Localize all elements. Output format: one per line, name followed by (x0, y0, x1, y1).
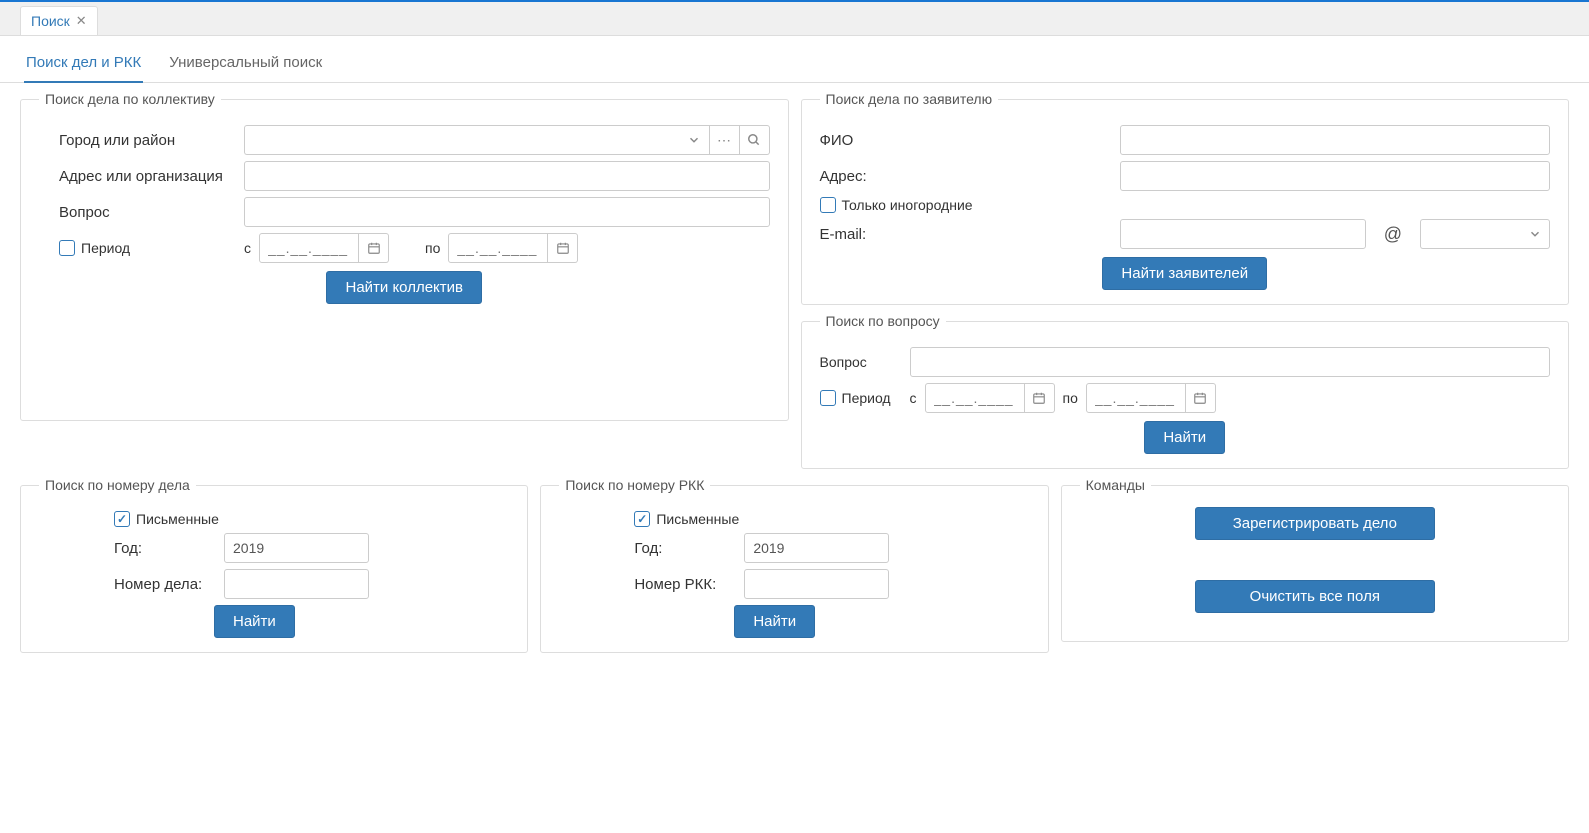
nonresident-checkbox[interactable] (820, 197, 836, 213)
legend-collective: Поиск дела по коллективу (39, 91, 221, 107)
label-period: Период (81, 240, 130, 256)
q-date-to-input[interactable] (1086, 383, 1186, 413)
fieldset-rkk-number-search: Поиск по номеру РКК Письменные Год: Номе… (540, 477, 1048, 653)
clear-all-button[interactable]: Очистить все поля (1195, 580, 1435, 613)
label-q-from: с (910, 390, 917, 406)
chevron-down-icon[interactable] (1520, 219, 1550, 249)
label-email: E-mail: (820, 226, 1110, 243)
city-input-group: ⋯ (244, 125, 770, 155)
find-rkk-button[interactable]: Найти (734, 605, 815, 638)
search-icon[interactable] (740, 125, 770, 155)
label-city: Город или район (59, 132, 234, 149)
label-to: по (425, 240, 440, 256)
fieldset-commands: Команды Зарегистрировать дело Очистить в… (1061, 477, 1569, 642)
app-tabs: Поиск ✕ (0, 2, 1589, 36)
chevron-down-icon[interactable] (680, 125, 710, 155)
label-written-case: Письменные (136, 511, 219, 527)
find-applicants-button[interactable]: Найти заявителей (1102, 257, 1267, 290)
label-question: Вопрос (59, 204, 234, 221)
sub-tabs: Поиск дел и РКК Универсальный поиск (0, 36, 1589, 83)
find-case-button[interactable]: Найти (214, 605, 295, 638)
calendar-icon[interactable] (1025, 383, 1055, 413)
period-checkbox[interactable] (59, 240, 75, 256)
legend-question: Поиск по вопросу (820, 313, 946, 329)
rkk-number-input[interactable] (744, 569, 889, 599)
register-case-button[interactable]: Зарегистрировать дело (1195, 507, 1435, 540)
label-year-case: Год: (114, 540, 214, 557)
legend-commands: Команды (1080, 477, 1151, 493)
label-applicant-address: Адрес: (820, 168, 1110, 185)
calendar-icon[interactable] (1186, 383, 1216, 413)
sub-tab-universal[interactable]: Универсальный поиск (167, 48, 324, 82)
label-address: Адрес или организация (59, 168, 234, 185)
written-checkbox-rkk[interactable] (634, 511, 650, 527)
label-q-to: по (1063, 390, 1078, 406)
q-period-checkbox[interactable] (820, 390, 836, 406)
question-input[interactable] (244, 197, 770, 227)
fieldset-case-number-search: Поиск по номеру дела Письменные Год: Ном… (20, 477, 528, 653)
label-from: с (244, 240, 251, 256)
calendar-icon[interactable] (359, 233, 389, 263)
year-input-case[interactable] (224, 533, 369, 563)
sub-tab-cases-rkk[interactable]: Поиск дел и РКК (24, 48, 143, 83)
legend-applicant: Поиск дела по заявителю (820, 91, 999, 107)
city-input[interactable] (244, 125, 680, 155)
fieldset-applicant-search: Поиск дела по заявителю ФИО Адрес: Тольк… (801, 91, 1570, 305)
tab-search[interactable]: Поиск ✕ (20, 6, 98, 35)
ellipsis-icon[interactable]: ⋯ (710, 125, 740, 155)
close-icon[interactable]: ✕ (76, 13, 87, 29)
year-input-rkk[interactable] (744, 533, 889, 563)
label-q-period: Период (842, 390, 891, 406)
calendar-icon[interactable] (548, 233, 578, 263)
date-from-input[interactable] (259, 233, 359, 263)
label-written-rkk: Письменные (656, 511, 739, 527)
case-number-input[interactable] (224, 569, 369, 599)
date-to-input[interactable] (448, 233, 548, 263)
applicant-address-input[interactable] (1120, 161, 1551, 191)
written-checkbox-case[interactable] (114, 511, 130, 527)
at-sign: @ (1376, 224, 1410, 245)
label-rkk-number: Номер РКК: (634, 576, 734, 593)
email-domain-input[interactable] (1420, 219, 1520, 249)
legend-rkk-number: Поиск по номеру РКК (559, 477, 710, 493)
label-case-number: Номер дела: (114, 576, 214, 593)
q-date-from-input[interactable] (925, 383, 1025, 413)
fieldset-collective-search: Поиск дела по коллективу Город или район… (20, 91, 789, 421)
find-collective-button[interactable]: Найти коллектив (326, 271, 482, 304)
legend-case-number: Поиск по номеру дела (39, 477, 196, 493)
label-year-rkk: Год: (634, 540, 734, 557)
label-fio: ФИО (820, 132, 1110, 149)
tab-label: Поиск (31, 13, 70, 29)
label-q-question: Вопрос (820, 354, 900, 370)
label-nonresident: Только иногородние (842, 197, 973, 213)
find-question-button[interactable]: Найти (1144, 421, 1225, 454)
fieldset-question-search: Поиск по вопросу Вопрос Период с (801, 313, 1570, 469)
fio-input[interactable] (1120, 125, 1551, 155)
email-local-input[interactable] (1120, 219, 1366, 249)
address-input[interactable] (244, 161, 770, 191)
q-question-input[interactable] (910, 347, 1551, 377)
